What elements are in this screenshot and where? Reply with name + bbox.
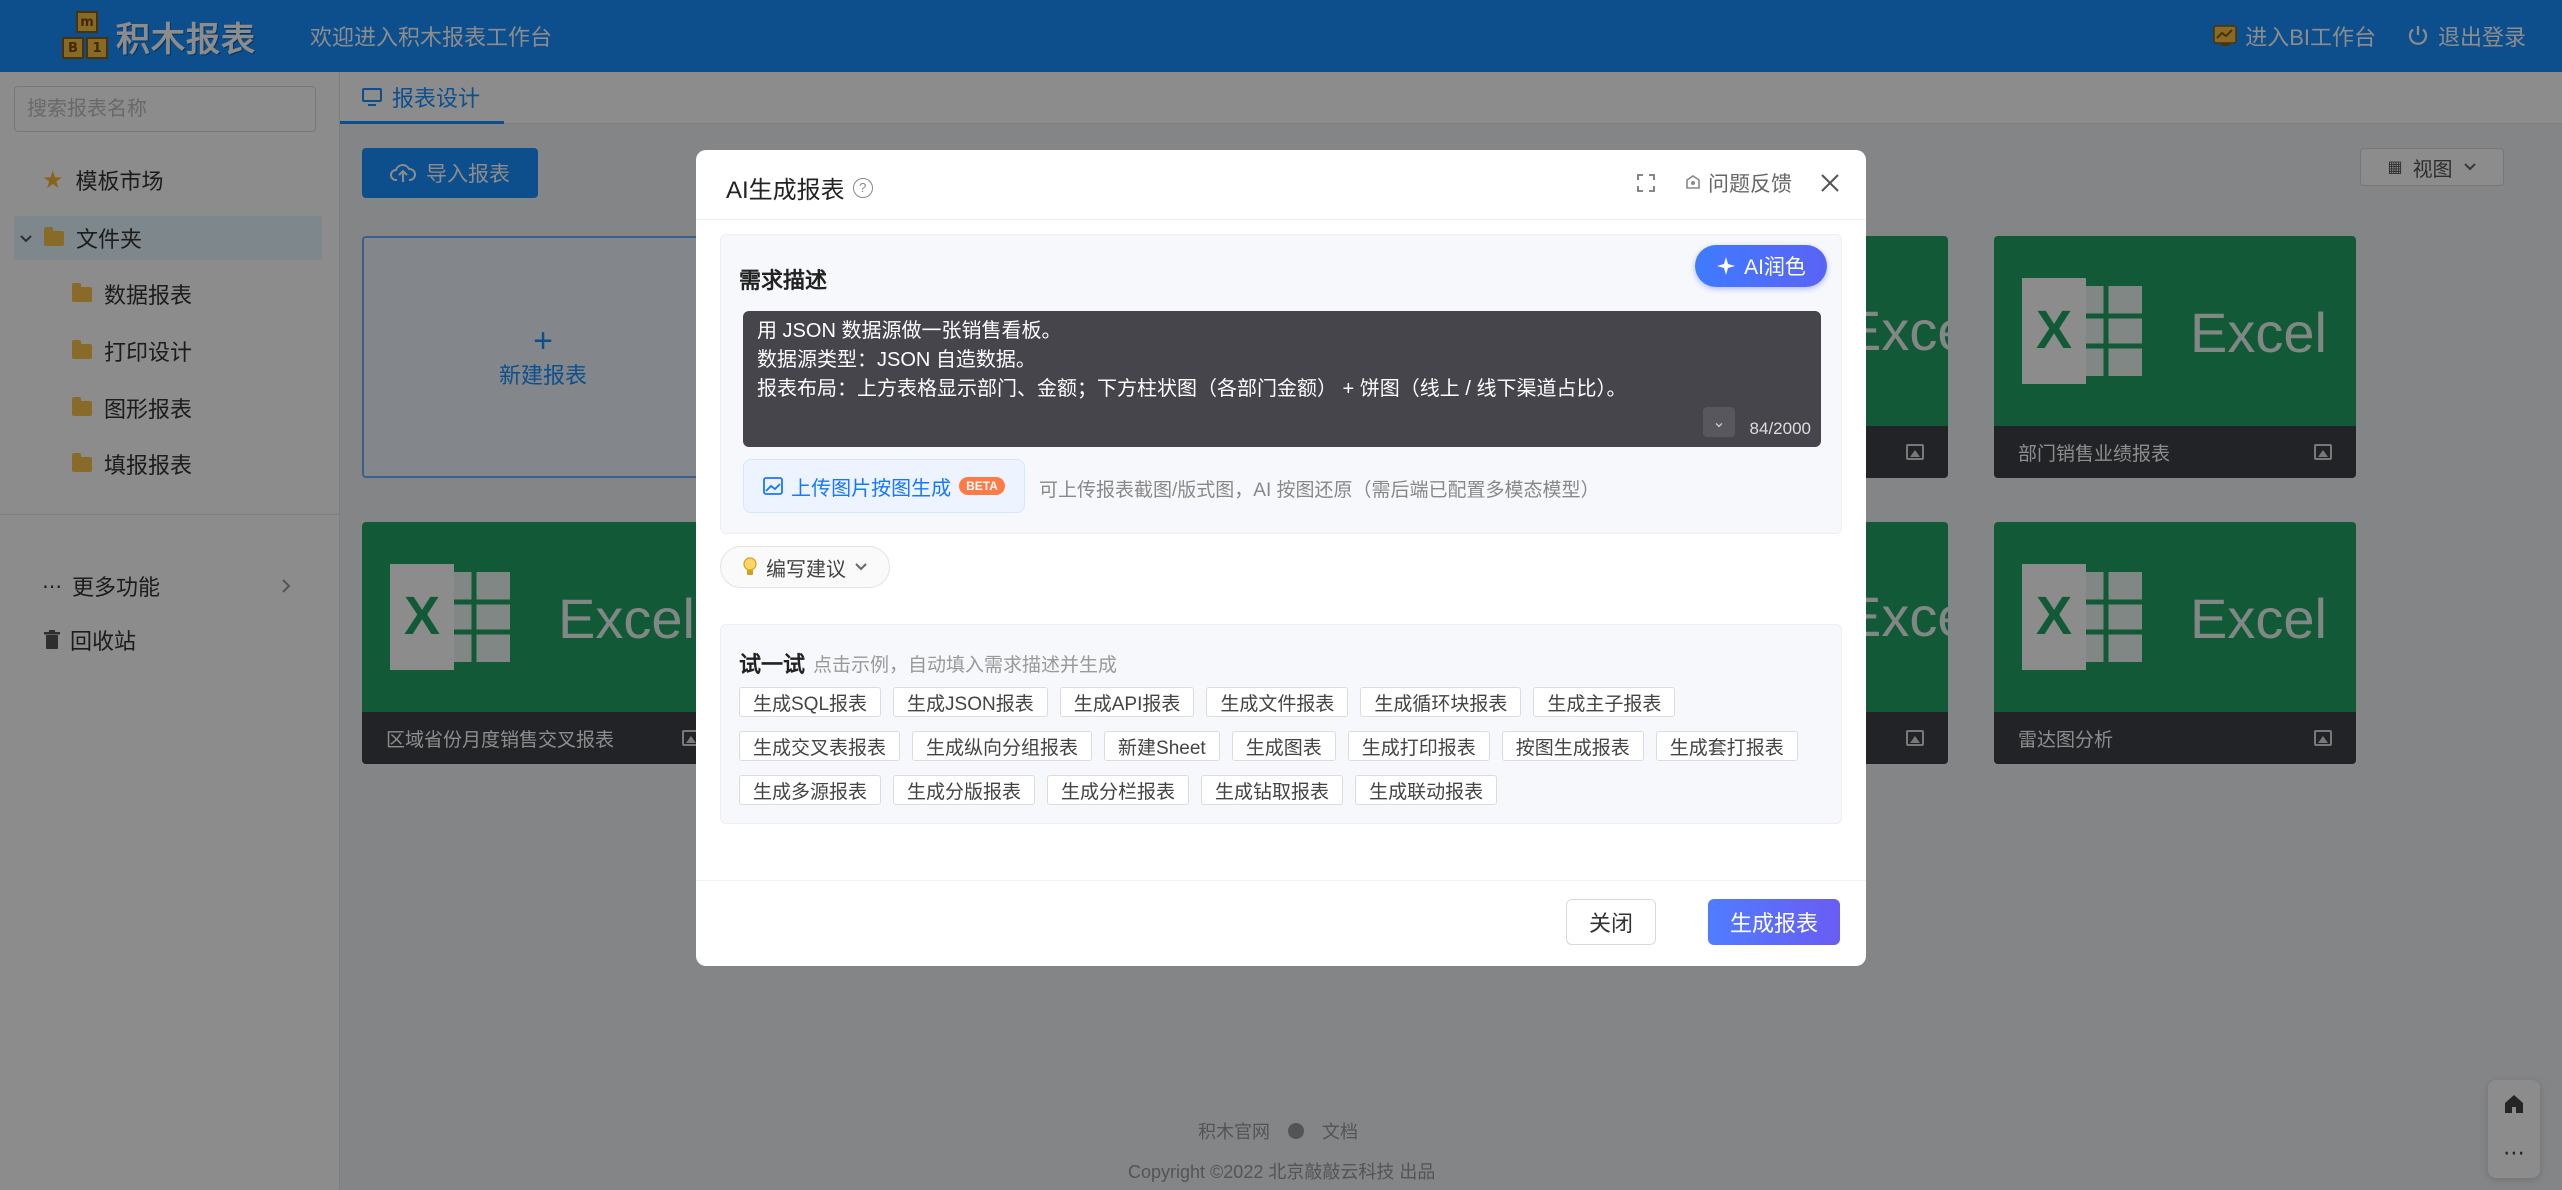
ai-polish-button[interactable]: AI润色 [1695, 245, 1827, 287]
textarea-line: 用 JSON 数据源做一张销售看板。 [757, 320, 1062, 342]
sparkle-icon [1717, 257, 1736, 275]
example-chip[interactable]: 生成多源报表 [739, 775, 882, 805]
example-chip[interactable]: 生成纵向分组报表 [912, 731, 1093, 761]
example-chip[interactable]: 生成分版报表 [893, 775, 1036, 805]
upload-label: 上传图片按图生成 [791, 477, 952, 500]
dialog-header: AI生成报表 ? 问题反馈 [696, 150, 1866, 220]
dialog-footer: 关闭 生成报表 [696, 880, 1866, 966]
lightbulb-icon [743, 557, 757, 575]
example-chip[interactable]: 生成JSON报表 [893, 687, 1048, 717]
generate-report-button[interactable]: 生成报表 [1708, 899, 1840, 945]
close-button[interactable]: 关闭 [1566, 899, 1656, 945]
example-chip[interactable]: 生成SQL报表 [739, 687, 882, 717]
example-chip[interactable]: 生成套打报表 [1655, 731, 1798, 761]
expand-icon[interactable] [1636, 173, 1656, 193]
requirement-textarea[interactable]: 用 JSON 数据源做一张销售看板。 数据源类型：JSON 自造数据。 报表布局… [743, 311, 1821, 447]
example-chip[interactable]: 生成联动报表 [1355, 775, 1498, 805]
feedback-label: 问题反馈 [1708, 173, 1792, 196]
example-chip[interactable]: 生成API报表 [1059, 687, 1195, 717]
textarea-line: 报表布局：上方表格显示部门、金额；下方柱状图（各部门金额） + 饼图（线上 / … [757, 378, 1627, 400]
try-subtitle: 点击示例，自动填入需求描述并生成 [813, 655, 1118, 676]
feedback-link[interactable]: 问题反馈 [1684, 168, 1792, 198]
example-chip[interactable]: 生成图表 [1231, 731, 1336, 761]
example-chip[interactable]: 生成钻取报表 [1201, 775, 1344, 805]
example-chip[interactable]: 生成循环块报表 [1360, 687, 1522, 717]
beta-badge: BETA [959, 477, 1005, 495]
textarea-line: 数据源类型：JSON 自造数据。 [757, 349, 1036, 371]
help-icon[interactable]: ? [852, 177, 873, 198]
close-icon[interactable] [1820, 173, 1840, 193]
tips-label: 编写建议 [766, 558, 846, 581]
chevron-down-icon [855, 563, 867, 571]
feedback-icon [1686, 175, 1700, 189]
collapse-chevron-icon[interactable]: ⌄ [1703, 407, 1735, 437]
example-chip[interactable]: 生成打印报表 [1347, 731, 1490, 761]
upload-image-button[interactable]: 上传图片按图生成 BETA [743, 459, 1025, 513]
example-chip[interactable]: 生成交叉表报表 [739, 731, 901, 761]
ai-polish-label: AI润色 [1744, 256, 1806, 279]
dialog-title: AI生成报表 [726, 177, 845, 204]
requirement-section: 需求描述 AI润色 用 JSON 数据源做一张销售看板。 数据源类型：JSON … [720, 234, 1842, 534]
image-upload-icon [763, 477, 784, 495]
example-chip[interactable]: 生成主子报表 [1533, 687, 1676, 717]
example-chip[interactable]: 按图生成报表 [1501, 731, 1644, 761]
char-count: 84/2000 [1749, 419, 1811, 438]
upload-hint: 可上传报表截图/版式图，AI 按图还原（需后端已配置多模态模型） [1039, 480, 1600, 501]
ai-generate-dialog: AI生成报表 ? 问题反馈 需求描述 AI润色 用 JSON 数据源做一张销售看… [696, 150, 1866, 966]
example-chips: 生成SQL报表 生成JSON报表 生成API报表 生成文件报表 生成循环块报表 … [739, 687, 1829, 805]
writing-tips-button[interactable]: 编写建议 [720, 546, 890, 588]
try-section: 试一试 点击示例，自动填入需求描述并生成 生成SQL报表 生成JSON报表 生成… [720, 624, 1842, 824]
example-chip[interactable]: 新建Sheet [1104, 731, 1220, 761]
example-chip[interactable]: 生成分栏报表 [1047, 775, 1190, 805]
try-title: 试一试 [739, 652, 806, 677]
requirement-title: 需求描述 [739, 268, 828, 293]
example-chip[interactable]: 生成文件报表 [1206, 687, 1349, 717]
